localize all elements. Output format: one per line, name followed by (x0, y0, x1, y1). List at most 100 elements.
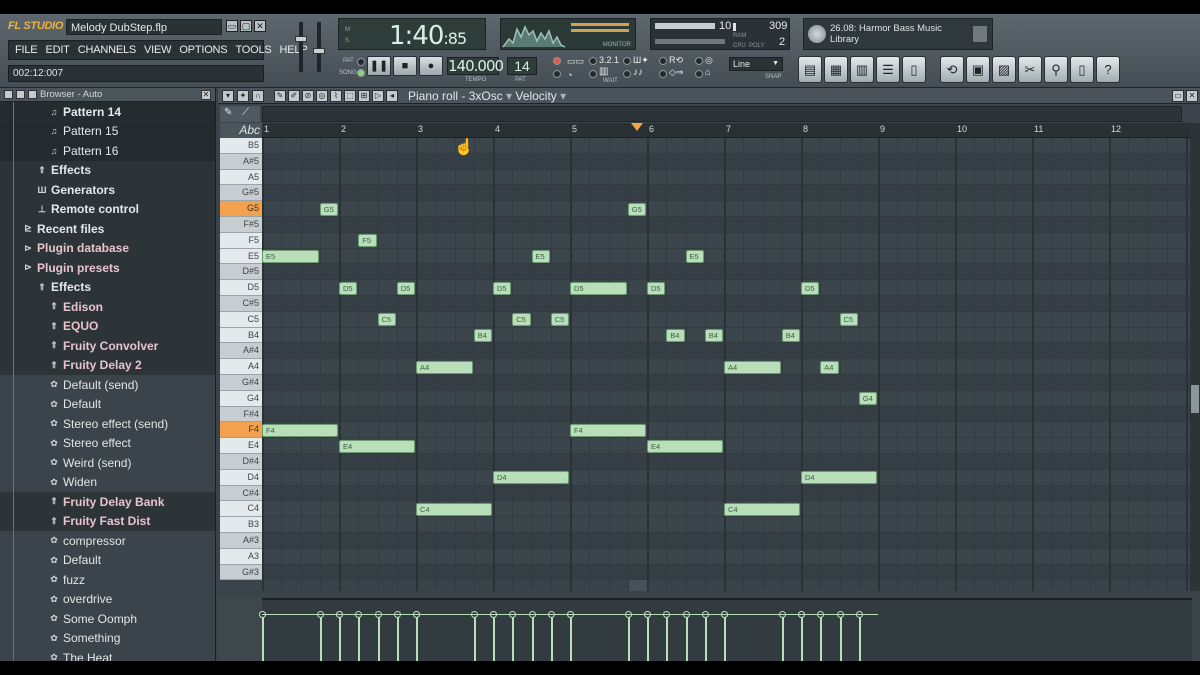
velocity-bar[interactable] (531, 613, 534, 661)
scroll-radio[interactable] (659, 70, 667, 78)
piano-key[interactable]: B3 (220, 517, 262, 533)
hint-button[interactable] (972, 25, 988, 43)
pattern-mode-radio[interactable] (357, 58, 365, 66)
magnet-icon[interactable]: ✦ (237, 90, 249, 102)
note[interactable]: D5 (570, 281, 627, 295)
record-mode-radio[interactable] (553, 57, 561, 65)
piano-key[interactable]: D4 (220, 469, 262, 486)
browser-item[interactable]: ⊵ Recent files (0, 219, 215, 239)
piano-key[interactable]: G#3 (220, 564, 262, 581)
step-sequencer-icon[interactable]: ▦ (824, 56, 848, 83)
browser-item[interactable]: ✿ The Heat (0, 648, 215, 661)
velocity-bar[interactable] (262, 613, 264, 661)
note[interactable]: D5 (339, 281, 358, 295)
note[interactable]: F4 (262, 423, 338, 437)
piano-key[interactable]: A#4 (220, 343, 262, 360)
note[interactable]: C5 (512, 313, 531, 327)
note[interactable]: B4 (666, 329, 685, 343)
draw-tool-icon[interactable]: ✎ (274, 90, 286, 102)
browser-item[interactable]: ✿ compressor (0, 531, 215, 551)
browser-item[interactable]: ✿ fuzz (0, 570, 215, 590)
piano-key[interactable]: F#4 (220, 406, 262, 423)
note[interactable]: D5 (801, 281, 820, 295)
velocity-bar[interactable] (570, 613, 572, 661)
pause-button[interactable]: ❚❚ (367, 56, 391, 76)
menu-tools[interactable]: TOOLS (231, 44, 275, 56)
zoom-tool-icon[interactable]: ⊞ (358, 90, 370, 102)
brush-icon[interactable]: ⟋ (242, 107, 249, 118)
song-time-display[interactable]: M S 1:40:85 (338, 18, 486, 51)
prev-icon[interactable]: ◂ (386, 90, 398, 102)
piano-key[interactable]: C#5 (220, 296, 262, 312)
note[interactable]: D5 (396, 281, 415, 295)
clock-radio[interactable] (695, 70, 703, 78)
piano-keyboard[interactable]: B5 A#5 A5 G#5 G5 F#5 F5 E5 D#5 D5 C#5 C5 B4 A#4 A4 G#4 G… (220, 123, 262, 591)
browser-sort-icon[interactable] (28, 90, 37, 99)
piano-key[interactable]: C#4 (220, 485, 262, 502)
velocity-bar[interactable] (839, 613, 842, 661)
piano-key[interactable]: E4 (220, 438, 262, 454)
browser-item[interactable]: ⇑ Fruity Fast Dist (0, 511, 215, 531)
note[interactable]: B4 (473, 329, 492, 343)
piano-key[interactable]: A5 (220, 169, 262, 186)
note[interactable]: G5 (319, 202, 338, 216)
browser-menu-icon[interactable] (4, 90, 13, 99)
velocity-bar[interactable] (377, 613, 380, 661)
pattern-number-display[interactable]: 14 (507, 57, 537, 75)
note[interactable]: C5 (839, 313, 858, 327)
velocity-bar[interactable] (493, 613, 495, 661)
note[interactable]: D5 (647, 281, 666, 295)
velocity-bar[interactable] (666, 613, 669, 661)
playhead-marker-icon[interactable] (631, 123, 644, 131)
note[interactable]: C4 (416, 502, 492, 516)
wait-radio[interactable] (589, 70, 597, 78)
piano-key[interactable]: C4 (220, 501, 262, 518)
piano-key[interactable]: B5 (220, 138, 262, 154)
velocity-bar[interactable] (339, 613, 341, 661)
piano-key[interactable]: G5 (220, 201, 262, 217)
channels-icon[interactable]: ☰ (876, 56, 900, 83)
piano-key[interactable]: D#4 (220, 454, 262, 470)
note[interactable]: F4 (570, 423, 646, 437)
stop-button[interactable]: ■ (393, 56, 417, 76)
midi-radio[interactable] (695, 57, 703, 65)
master-pitch-track[interactable] (317, 22, 321, 72)
browser-item[interactable]: ⊥ Remote control (0, 199, 215, 219)
velocity-bar[interactable] (801, 613, 803, 661)
browser-item[interactable]: ⇑ Fruity Convolver (0, 336, 215, 356)
close-icon[interactable]: ✕ (201, 90, 211, 100)
tempo-display[interactable]: 140.000 (447, 57, 504, 75)
horizontal-scrollbar[interactable] (262, 106, 1182, 122)
velocity-bar[interactable] (685, 613, 688, 661)
piano-key[interactable]: D5 (220, 280, 262, 296)
instrument-name[interactable]: 3xOsc (469, 89, 503, 103)
browser-item[interactable]: ⇑ EQUO (0, 316, 215, 336)
menu-view[interactable]: VIEW (140, 44, 175, 56)
menu-file[interactable]: FILE (11, 44, 41, 56)
velocity-bar[interactable] (781, 613, 784, 661)
note[interactable]: G5 (627, 202, 646, 216)
master-volume-knob[interactable] (295, 36, 307, 42)
piano-key[interactable]: G4 (220, 390, 262, 407)
blend-radio[interactable] (623, 57, 631, 65)
menu-options[interactable]: OPTIONS (175, 44, 231, 56)
note[interactable]: E4 (647, 439, 723, 453)
disk-icon[interactable]: ▨ (992, 56, 1016, 83)
note[interactable]: D5 (493, 281, 512, 295)
piano-key[interactable]: A#5 (220, 153, 262, 170)
typing-keyboard-icon[interactable]: ▭▭ (567, 56, 584, 67)
browser-item[interactable]: ✿ Stereo effect (0, 433, 215, 453)
browser-item[interactable]: ⇑ Fruity Delay 2 (0, 355, 215, 375)
oscilloscope-monitor[interactable]: MONITOR (500, 18, 636, 50)
velocity-bar[interactable] (396, 613, 399, 661)
note[interactable]: F5 (358, 234, 377, 248)
piano-key[interactable]: B4 (220, 327, 262, 344)
note[interactable]: E5 (685, 250, 704, 264)
browser-item[interactable]: ✿ Some Oomph (0, 609, 215, 629)
detach-icon[interactable]: ▭ (1172, 90, 1184, 102)
save-icon[interactable]: ▣ (966, 56, 990, 83)
maximize-button[interactable]: ▢ (240, 20, 252, 32)
snap-tool-icon[interactable]: ∩ (252, 90, 264, 102)
master-volume-track[interactable] (299, 22, 303, 72)
note[interactable]: E5 (531, 250, 550, 264)
